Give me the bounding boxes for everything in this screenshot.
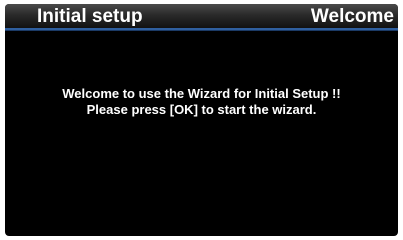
welcome-line-1: Welcome to use the Wizard for Initial Se…	[62, 86, 341, 101]
title-divider	[5, 30, 398, 31]
welcome-message: Welcome to use the Wizard for Initial Se…	[5, 86, 398, 118]
page-name: Welcome	[310, 6, 394, 27]
screen-title: Initial setup	[37, 6, 143, 27]
welcome-line-2: Please press [OK] to start the wizard.	[86, 102, 317, 117]
wizard-screen: Initial setup Welcome Welcome to use the…	[5, 4, 398, 236]
title-bar: Initial setup Welcome	[5, 4, 398, 30]
